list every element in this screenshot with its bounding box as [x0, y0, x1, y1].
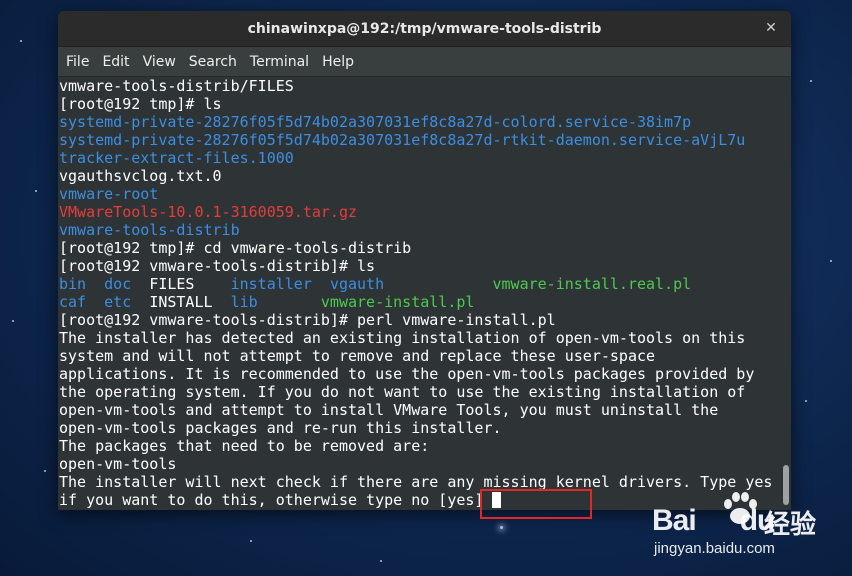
ls-entry: vgauth [329, 275, 385, 293]
menu-edit[interactable]: Edit [96, 54, 135, 70]
menu-view[interactable]: View [137, 54, 182, 70]
paw-icon [724, 492, 757, 524]
terminal-line: system and will not attempt to remove an… [59, 347, 656, 365]
menu-bar: File Edit View Search Terminal Help [58, 47, 791, 77]
terminal-line: the operating system. If you do not want… [59, 383, 746, 401]
menu-file[interactable]: File [60, 54, 95, 70]
ls-entry: etc [104, 293, 132, 311]
watermark-url: jingyan.baidu.com [654, 540, 775, 557]
ls-entry: bin [59, 275, 87, 293]
terminal-line: vmware-tools-distrib/FILES [59, 77, 294, 95]
terminal-line: The installer has detected an existing i… [59, 329, 746, 347]
ls-entry: INSTALL [149, 293, 213, 311]
terminal-line: The packages that need to be removed are… [59, 437, 430, 455]
window-title: chinawinxpa@192:/tmp/vmware-tools-distri… [247, 20, 602, 37]
terminal-line: vmware-root [59, 185, 159, 203]
menu-terminal[interactable]: Terminal [244, 54, 315, 70]
terminal-line: [root@192 vmware-tools-distrib]# perl vm… [59, 311, 556, 329]
terminal-line: applications. It is recommended to use t… [59, 365, 755, 383]
terminal-window: chinawinxpa@192:/tmp/vmware-tools-distri… [58, 11, 791, 510]
watermark-text: 经验 [764, 510, 817, 540]
ls-entry: vmware-install.pl [320, 293, 475, 311]
terminal-line: open-vm-tools and attempt to install VMw… [59, 401, 719, 419]
terminal-scrollbar[interactable] [781, 77, 789, 510]
terminal-line: vmware-tools-distrib [59, 221, 240, 239]
baidu-watermark: Bai du 经验 jingyan.baidu.com [652, 492, 852, 576]
terminal-line: [root@192 vmware-tools-distrib]# ls [59, 257, 376, 275]
ls-output-row: bin doc FILES installer vgauth vmware-in… [58, 275, 780, 293]
ls-entry: doc [104, 275, 132, 293]
ls-entry: caf [59, 293, 87, 311]
ls-output-row: caf etc INSTALL lib vmware-install.pl [58, 293, 780, 311]
title-bar[interactable]: chinawinxpa@192:/tmp/vmware-tools-distri… [58, 11, 791, 47]
menu-search[interactable]: Search [183, 54, 243, 70]
terminal-line: open-vm-tools packages and re-run this i… [59, 419, 502, 437]
ls-entry: vmware-install.real.pl [492, 275, 692, 293]
terminal-line: The installer will next check if there a… [59, 473, 773, 491]
menu-help[interactable]: Help [316, 54, 360, 70]
install-prompt: if you want to do this, otherwise type n… [59, 491, 493, 509]
terminal-line: systemd-private-28276f05f5d74b02a307031e… [59, 113, 692, 131]
scrollbar-thumb[interactable] [783, 465, 789, 505]
ls-entry: lib [230, 293, 258, 311]
text-cursor [492, 492, 502, 508]
close-icon[interactable]: ✕ [763, 20, 779, 36]
terminal-line: [root@192 tmp]# ls [59, 95, 222, 113]
terminal-line: [root@192 tmp]# cd vmware-tools-distrib [59, 239, 412, 257]
terminal-line: vgauthsvclog.txt.0 [59, 167, 222, 185]
terminal-line: VMwareTools-10.0.1-3160059.tar.gz [59, 203, 358, 221]
terminal-output[interactable]: vmware-tools-distrib/FILES [root@192 tmp… [58, 77, 780, 510]
ls-entry: FILES [149, 275, 195, 293]
terminal-line: open-vm-tools [59, 455, 177, 473]
terminal-line: tracker-extract-files.1000 [59, 149, 294, 167]
terminal-line: systemd-private-28276f05f5d74b02a307031e… [59, 131, 746, 149]
ls-entry: installer [230, 275, 312, 293]
